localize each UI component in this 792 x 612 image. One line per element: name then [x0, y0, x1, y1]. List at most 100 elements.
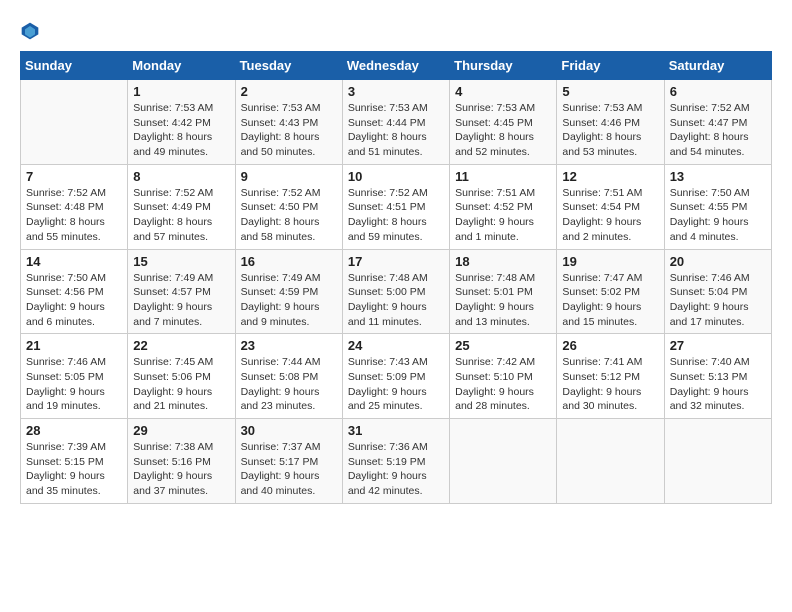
- day-number: 22: [133, 338, 229, 353]
- day-info: Sunrise: 7:39 AMSunset: 5:15 PMDaylight:…: [26, 440, 122, 499]
- day-info: Sunrise: 7:51 AMSunset: 4:54 PMDaylight:…: [562, 186, 658, 245]
- day-info: Sunrise: 7:52 AMSunset: 4:50 PMDaylight:…: [241, 186, 337, 245]
- day-info: Sunrise: 7:38 AMSunset: 5:16 PMDaylight:…: [133, 440, 229, 499]
- week-row-1: 1 Sunrise: 7:53 AMSunset: 4:42 PMDaylight…: [21, 80, 772, 165]
- day-cell: 3 Sunrise: 7:53 AMSunset: 4:44 PMDaylight…: [342, 80, 449, 165]
- column-header-tuesday: Tuesday: [235, 52, 342, 80]
- week-row-4: 21 Sunrise: 7:46 AMSunset: 5:05 PMDayligh…: [21, 334, 772, 419]
- day-cell: [664, 419, 771, 504]
- day-info: Sunrise: 7:37 AMSunset: 5:17 PMDaylight:…: [241, 440, 337, 499]
- day-info: Sunrise: 7:52 AMSunset: 4:47 PMDaylight:…: [670, 101, 766, 160]
- day-number: 5: [562, 84, 658, 99]
- day-number: 17: [348, 254, 444, 269]
- day-number: 1: [133, 84, 229, 99]
- day-number: 19: [562, 254, 658, 269]
- column-header-wednesday: Wednesday: [342, 52, 449, 80]
- day-info: Sunrise: 7:53 AMSunset: 4:45 PMDaylight:…: [455, 101, 551, 160]
- day-number: 11: [455, 169, 551, 184]
- day-cell: 7Sunrise: 7:52 AMSunset: 4:48 PMDaylight…: [21, 164, 128, 249]
- day-info: Sunrise: 7:44 AMSunset: 5:08 PMDaylight:…: [241, 355, 337, 414]
- day-number: 3: [348, 84, 444, 99]
- day-cell: 28 Sunrise: 7:39 AMSunset: 5:15 PMDayligh…: [21, 419, 128, 504]
- day-cell: 31 Sunrise: 7:36 AMSunset: 5:19 PMDayligh…: [342, 419, 449, 504]
- logo: [20, 20, 44, 41]
- day-info: Sunrise: 7:43 AMSunset: 5:09 PMDaylight:…: [348, 355, 444, 414]
- day-cell: 14Sunrise: 7:50 AMSunset: 4:56 PMDayligh…: [21, 249, 128, 334]
- day-number: 9: [241, 169, 337, 184]
- day-cell: 1 Sunrise: 7:53 AMSunset: 4:42 PMDaylight…: [128, 80, 235, 165]
- day-info: Sunrise: 7:46 AMSunset: 5:04 PMDaylight:…: [670, 271, 766, 330]
- calendar-table: SundayMondayTuesdayWednesdayThursdayFrid…: [20, 51, 772, 504]
- day-number: 31: [348, 423, 444, 438]
- day-info: Sunrise: 7:53 AMSunset: 4:44 PMDaylight:…: [348, 101, 444, 160]
- day-number: 10: [348, 169, 444, 184]
- day-info: Sunrise: 7:48 AMSunset: 5:01 PMDaylight:…: [455, 271, 551, 330]
- column-header-friday: Friday: [557, 52, 664, 80]
- day-cell: 16 Sunrise: 7:49 AMSunset: 4:59 PMDayligh…: [235, 249, 342, 334]
- day-info: Sunrise: 7:47 AMSunset: 5:02 PMDaylight:…: [562, 271, 658, 330]
- day-number: 27: [670, 338, 766, 353]
- day-number: 18: [455, 254, 551, 269]
- day-cell: 12 Sunrise: 7:51 AMSunset: 4:54 PMDayligh…: [557, 164, 664, 249]
- day-info: Sunrise: 7:45 AMSunset: 5:06 PMDaylight:…: [133, 355, 229, 414]
- day-number: 13: [670, 169, 766, 184]
- day-number: 2: [241, 84, 337, 99]
- column-header-monday: Monday: [128, 52, 235, 80]
- day-cell: 5 Sunrise: 7:53 AMSunset: 4:46 PMDaylight…: [557, 80, 664, 165]
- day-number: 30: [241, 423, 337, 438]
- day-number: 4: [455, 84, 551, 99]
- day-cell: 20 Sunrise: 7:46 AMSunset: 5:04 PMDayligh…: [664, 249, 771, 334]
- day-number: 8: [133, 169, 229, 184]
- day-cell: 19 Sunrise: 7:47 AMSunset: 5:02 PMDayligh…: [557, 249, 664, 334]
- day-cell: 24Sunrise: 7:43 AMSunset: 5:09 PMDayligh…: [342, 334, 449, 419]
- day-number: 26: [562, 338, 658, 353]
- day-info: Sunrise: 7:42 AMSunset: 5:10 PMDaylight:…: [455, 355, 551, 414]
- day-cell: 9 Sunrise: 7:52 AMSunset: 4:50 PMDaylight…: [235, 164, 342, 249]
- day-cell: 21 Sunrise: 7:46 AMSunset: 5:05 PMDayligh…: [21, 334, 128, 419]
- day-cell: [21, 80, 128, 165]
- day-cell: 27 Sunrise: 7:40 AMSunset: 5:13 PMDayligh…: [664, 334, 771, 419]
- week-row-2: 7Sunrise: 7:52 AMSunset: 4:48 PMDaylight…: [21, 164, 772, 249]
- day-number: 23: [241, 338, 337, 353]
- day-info: Sunrise: 7:49 AMSunset: 4:59 PMDaylight:…: [241, 271, 337, 330]
- day-info: Sunrise: 7:36 AMSunset: 5:19 PMDaylight:…: [348, 440, 444, 499]
- calendar-header: SundayMondayTuesdayWednesdayThursdayFrid…: [21, 52, 772, 80]
- day-info: Sunrise: 7:49 AMSunset: 4:57 PMDaylight:…: [133, 271, 229, 330]
- day-cell: 15Sunrise: 7:49 AMSunset: 4:57 PMDayligh…: [128, 249, 235, 334]
- day-cell: 30 Sunrise: 7:37 AMSunset: 5:17 PMDayligh…: [235, 419, 342, 504]
- day-number: 21: [26, 338, 122, 353]
- day-cell: 17Sunrise: 7:48 AMSunset: 5:00 PMDayligh…: [342, 249, 449, 334]
- day-info: Sunrise: 7:46 AMSunset: 5:05 PMDaylight:…: [26, 355, 122, 414]
- day-number: 6: [670, 84, 766, 99]
- day-cell: 10Sunrise: 7:52 AMSunset: 4:51 PMDayligh…: [342, 164, 449, 249]
- day-info: Sunrise: 7:40 AMSunset: 5:13 PMDaylight:…: [670, 355, 766, 414]
- day-cell: 13 Sunrise: 7:50 AMSunset: 4:55 PMDayligh…: [664, 164, 771, 249]
- day-number: 25: [455, 338, 551, 353]
- day-cell: 4 Sunrise: 7:53 AMSunset: 4:45 PMDaylight…: [450, 80, 557, 165]
- day-number: 12: [562, 169, 658, 184]
- calendar-body: 1 Sunrise: 7:53 AMSunset: 4:42 PMDaylight…: [21, 80, 772, 504]
- day-info: Sunrise: 7:52 AMSunset: 4:49 PMDaylight:…: [133, 186, 229, 245]
- day-info: Sunrise: 7:51 AMSunset: 4:52 PMDaylight:…: [455, 186, 551, 245]
- day-info: Sunrise: 7:53 AMSunset: 4:42 PMDaylight:…: [133, 101, 229, 160]
- column-header-sunday: Sunday: [21, 52, 128, 80]
- day-cell: 8 Sunrise: 7:52 AMSunset: 4:49 PMDaylight…: [128, 164, 235, 249]
- column-header-thursday: Thursday: [450, 52, 557, 80]
- day-number: 20: [670, 254, 766, 269]
- day-number: 14: [26, 254, 122, 269]
- week-row-3: 14Sunrise: 7:50 AMSunset: 4:56 PMDayligh…: [21, 249, 772, 334]
- day-info: Sunrise: 7:53 AMSunset: 4:43 PMDaylight:…: [241, 101, 337, 160]
- week-row-5: 28 Sunrise: 7:39 AMSunset: 5:15 PMDayligh…: [21, 419, 772, 504]
- day-cell: 11 Sunrise: 7:51 AMSunset: 4:52 PMDayligh…: [450, 164, 557, 249]
- logo-icon: [20, 21, 40, 41]
- day-cell: [557, 419, 664, 504]
- day-info: Sunrise: 7:50 AMSunset: 4:55 PMDaylight:…: [670, 186, 766, 245]
- day-info: Sunrise: 7:41 AMSunset: 5:12 PMDaylight:…: [562, 355, 658, 414]
- day-info: Sunrise: 7:53 AMSunset: 4:46 PMDaylight:…: [562, 101, 658, 160]
- day-number: 28: [26, 423, 122, 438]
- day-cell: 22 Sunrise: 7:45 AMSunset: 5:06 PMDayligh…: [128, 334, 235, 419]
- day-number: 16: [241, 254, 337, 269]
- day-cell: 29Sunrise: 7:38 AMSunset: 5:16 PMDayligh…: [128, 419, 235, 504]
- day-cell: 25 Sunrise: 7:42 AMSunset: 5:10 PMDayligh…: [450, 334, 557, 419]
- day-cell: 2 Sunrise: 7:53 AMSunset: 4:43 PMDaylight…: [235, 80, 342, 165]
